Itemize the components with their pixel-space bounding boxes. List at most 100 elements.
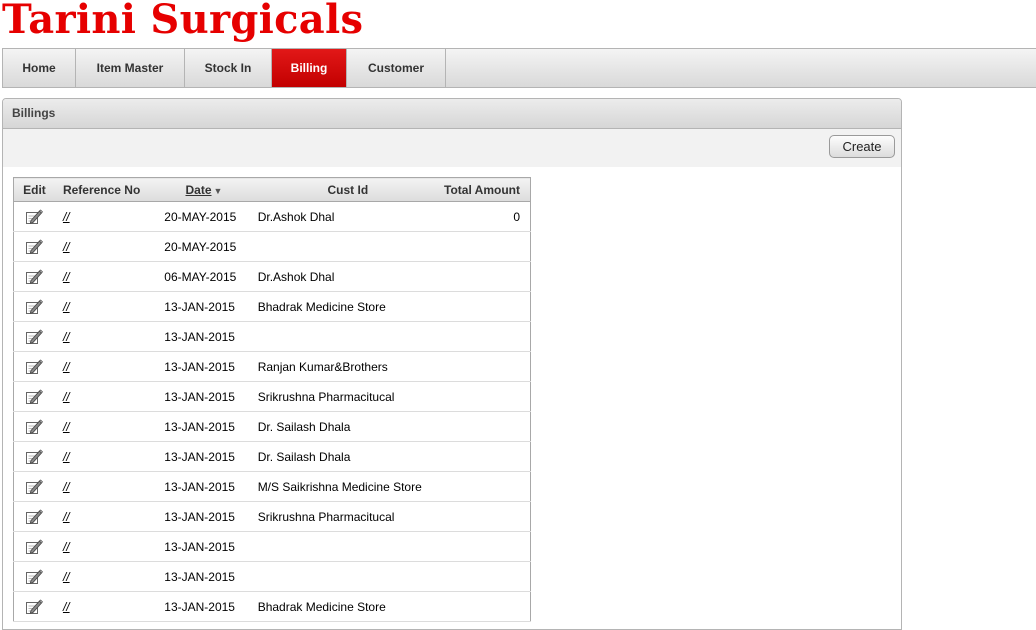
cell-reference: // [54,501,157,532]
cell-cust-id: Dr.Ashok Dhal [251,261,445,292]
cell-date: 13-JAN-2015 [156,441,252,472]
cell-edit [13,261,55,292]
tab-stock-in[interactable]: Stock In [185,49,272,87]
cell-edit [13,321,55,352]
cell-edit [13,291,55,322]
edit-icon[interactable] [25,388,44,406]
edit-icon[interactable] [25,598,44,616]
table-row: // 13-JAN-2015 M/S Saikrishna Medicine Sto… [13,471,531,502]
cell-date: 13-JAN-2015 [156,381,252,412]
table-row: // 13-JAN-2015 Dr. Sailash Dhala [13,441,531,472]
reference-link[interactable]: // [63,330,70,344]
cell-edit [13,201,55,232]
edit-icon[interactable] [25,418,44,436]
table-row: // 20-MAY-2015 Dr.Ashok Dhal 0 [13,201,531,232]
cell-edit [13,231,55,262]
cell-date: 20-MAY-2015 [156,231,252,262]
reference-link[interactable]: // [63,480,70,494]
table-row: // 13-JAN-2015 Bhadrak Medicine Store [13,291,531,322]
create-button[interactable]: Create [829,135,895,158]
cell-reference: // [54,261,157,292]
cell-edit [13,381,55,412]
cell-cust-id: Dr. Sailash Dhala [251,411,445,442]
edit-icon[interactable] [25,238,44,256]
cell-edit [13,411,55,442]
edit-icon[interactable] [25,568,44,586]
cell-edit [13,561,55,592]
col-header-total-amount[interactable]: Total Amount [444,177,531,202]
table-row: // 20-MAY-2015 [13,231,531,262]
tab-home[interactable]: Home [3,49,76,87]
reference-link[interactable]: // [63,240,70,254]
edit-icon[interactable] [25,208,44,226]
reference-link[interactable]: // [63,570,70,584]
table-row: // 13-JAN-2015 Bhadrak Medicine Store [13,591,531,622]
reference-link[interactable]: // [63,210,70,224]
reference-link[interactable]: // [63,450,70,464]
cell-reference: // [54,291,157,322]
cell-cust-id [251,231,445,262]
panel-title: Billings [3,99,901,129]
edit-icon[interactable] [25,328,44,346]
reference-link[interactable]: // [63,540,70,554]
cell-cust-id: Bhadrak Medicine Store [251,291,445,322]
cell-date: 13-JAN-2015 [156,591,252,622]
cell-reference: // [54,201,157,232]
cell-edit [13,351,55,382]
edit-icon[interactable] [25,268,44,286]
cell-edit [13,591,55,622]
cell-total-amount [444,231,531,262]
cell-total-amount: 0 [444,201,531,232]
col-header-cust-id[interactable]: Cust Id [251,177,445,202]
edit-icon[interactable] [25,298,44,316]
tab-item-master[interactable]: Item Master [76,49,185,87]
table-row: // 13-JAN-2015 Ranjan Kumar&Brothers [13,351,531,382]
edit-icon[interactable] [25,358,44,376]
cell-reference: // [54,531,157,562]
cell-cust-id: Srikrushna Pharmacitucal [251,501,445,532]
date-sort-link[interactable]: Date [186,183,212,197]
cell-cust-id [251,561,445,592]
cell-cust-id: Ranjan Kumar&Brothers [251,351,445,382]
table-row: // 13-JAN-2015 Dr. Sailash Dhala [13,411,531,442]
edit-icon[interactable] [25,478,44,496]
cell-date: 13-JAN-2015 [156,411,252,442]
cell-total-amount [444,441,531,472]
cell-total-amount [444,381,531,412]
cell-edit [13,471,55,502]
cell-total-amount [444,561,531,592]
reference-link[interactable]: // [63,510,70,524]
reference-link[interactable]: // [63,300,70,314]
cell-date: 13-JAN-2015 [156,351,252,382]
col-header-date[interactable]: Date ▼ [156,177,252,202]
cell-cust-id [251,531,445,562]
cell-total-amount [444,261,531,292]
table-row: // 13-JAN-2015 [13,321,531,352]
cell-date: 13-JAN-2015 [156,291,252,322]
cell-cust-id: Dr. Sailash Dhala [251,441,445,472]
reference-link[interactable]: // [63,390,70,404]
cell-edit [13,501,55,532]
col-header-reference[interactable]: Reference No [54,177,157,202]
cell-reference: // [54,321,157,352]
cell-reference: // [54,591,157,622]
tab-billing[interactable]: Billing [272,49,347,87]
cell-edit [13,441,55,472]
cell-total-amount [444,321,531,352]
cell-cust-id: Bhadrak Medicine Store [251,591,445,622]
cell-reference: // [54,351,157,382]
edit-icon[interactable] [25,538,44,556]
reference-link[interactable]: // [63,600,70,614]
cell-total-amount [444,591,531,622]
cell-date: 13-JAN-2015 [156,531,252,562]
reference-link[interactable]: // [63,360,70,374]
reference-link[interactable]: // [63,270,70,284]
edit-icon[interactable] [25,508,44,526]
tab-customer[interactable]: Customer [347,49,446,87]
billings-panel: Billings Create Edit Reference No Date ▼ … [2,98,902,630]
reference-link[interactable]: // [63,420,70,434]
cell-date: 13-JAN-2015 [156,471,252,502]
cell-total-amount [444,351,531,382]
edit-icon[interactable] [25,448,44,466]
cell-total-amount [444,291,531,322]
